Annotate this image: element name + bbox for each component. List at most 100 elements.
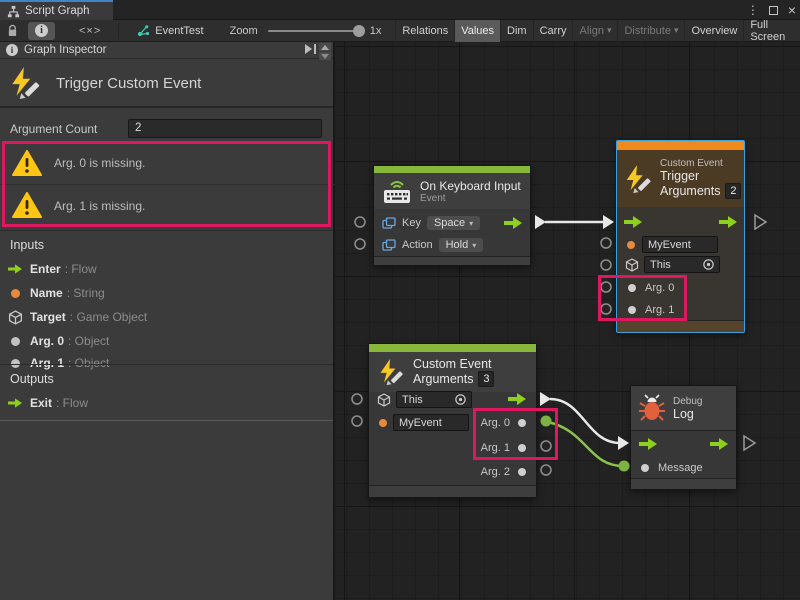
object-port-icon [518,419,526,427]
flow-out-port[interactable] [508,393,526,405]
relations-button[interactable]: Relations [395,20,454,42]
zoom-slider[interactable] [268,30,360,32]
zoom-label: Zoom [230,25,258,37]
node-footer [631,478,736,489]
distribute-button[interactable]: Distribute▾ [617,20,684,42]
node-custom-event[interactable]: Custom Event Arguments 3 This MyEvent Ar… [368,343,537,498]
tab-bar: Script Graph ⋮ × [0,0,800,20]
node-arguments: Arguments 2 [660,183,741,199]
chevron-down-icon: ▾ [607,25,612,36]
scroll-up-button[interactable] [319,43,331,51]
chevron-down-icon: ▾ [472,241,476,250]
inspector-toggle-button[interactable]: i [28,22,55,40]
dock-panel-icon[interactable] [305,44,317,54]
argument-count-label: Argument Count [10,122,97,136]
code-view-button[interactable]: <×> [72,22,108,40]
argument-count-input[interactable]: 2 [128,119,322,138]
key-dropdown[interactable]: Space▾ [427,216,480,230]
object-port-icon [628,306,636,314]
script-graph-window: Script Graph ⋮ × i <×> EventTest Zoom [0,0,800,600]
key-row: Key Space▾ [382,213,480,233]
event-name-field[interactable]: MyEvent [642,236,718,253]
zoom-slider-handle[interactable] [353,25,365,37]
arg2-out-row: Arg. 2 [481,462,526,481]
lock-button[interactable] [0,22,25,40]
close-icon[interactable]: × [788,3,796,17]
inspector-title-block: Trigger Custom Event [0,60,333,108]
node-header: Custom Event Trigger Arguments 2 [617,150,744,207]
overview-button[interactable]: Overview [684,20,743,42]
panel-scrollbar[interactable] [319,43,332,60]
align-button[interactable]: Align▾ [572,20,617,42]
flow-in-port[interactable] [624,216,642,228]
page-title: Trigger Custom Event [56,75,201,92]
node-category: Custom Event [660,158,741,169]
node-on-keyboard-input[interactable]: On Keyboard Input Event Key Space▾ Actio… [373,165,531,266]
node-color-bar [369,344,536,352]
dim-button[interactable]: Dim [500,20,533,42]
arg0-out-row: Arg. 0 [481,413,526,432]
values-button[interactable]: Values [454,20,500,42]
toolbar-left-group: i <×> EventTest Zoom 1x [0,20,381,41]
action-row: Action Hold▾ [382,235,483,255]
maximize-icon[interactable] [769,6,778,15]
event-name-field[interactable]: MyEvent [393,414,469,431]
node-debug-log[interactable]: Debug Log Message [630,385,737,490]
keyboard-icon [382,178,412,204]
action-dropdown[interactable]: Hold▾ [439,238,484,252]
divider [0,420,333,421]
event-graph-icon [137,24,150,37]
toolbar-right-group: Relations Values Dim Carry Align▾ Distri… [395,20,800,41]
string-port-icon [627,241,635,249]
node-color-bar [374,166,530,173]
graph-name: EventTest [155,25,203,37]
target-picker-icon[interactable] [702,258,715,271]
inputs-header: Inputs [10,238,44,252]
node-title: Trigger [660,169,741,183]
tab-script-graph[interactable]: Script Graph [0,0,113,20]
flow-in-port[interactable] [639,438,657,450]
node-category: Debug [673,396,702,407]
divider [0,230,333,231]
node-header: Custom Event Arguments 3 [369,352,536,392]
node-footer [369,485,536,497]
toolbar: i <×> EventTest Zoom 1x Relations Values… [0,20,800,42]
arg1-row: Arg. 1 [628,300,674,320]
full-screen-button[interactable]: Full Screen [743,20,800,42]
target-picker-icon[interactable] [454,393,467,406]
custom-event-icon [8,66,42,100]
target-field[interactable]: This [396,391,472,408]
flow-arrow-icon [8,264,22,274]
custom-event-icon [623,164,653,194]
warning-row: Arg. 0 is missing. [0,142,335,184]
flow-out-port[interactable] [504,217,522,229]
code-icon: <×> [79,25,101,37]
node-title: On Keyboard Input [420,179,521,193]
scroll-down-button[interactable] [319,52,331,60]
target-field[interactable]: This [644,256,720,273]
string-port-icon [11,289,20,298]
node-subtitle: Event [420,193,521,204]
arguments-count-badge[interactable]: 2 [725,183,741,199]
warning-text: Arg. 1 is missing. [54,199,145,213]
window-menu-icon[interactable]: ⋮ [747,4,759,16]
object-port-icon [628,284,636,292]
node-trigger-custom-event[interactable]: Custom Event Trigger Arguments 2 MyEvent… [616,140,745,333]
list-item-target: Target: Game Object [0,306,333,328]
carry-button[interactable]: Carry [533,20,573,42]
cube-icon [8,310,23,325]
flow-out-port[interactable] [710,438,728,450]
toolbar-separator [118,23,119,39]
node-footer [617,320,744,332]
warning-icon [12,192,42,219]
arguments-count-badge[interactable]: 3 [478,371,494,387]
warning-row: Arg. 1 is missing. [0,184,335,226]
name-row: MyEvent [379,413,469,432]
graph-icon [7,5,20,18]
param-icon [382,217,396,229]
flow-out-port[interactable] [719,216,737,228]
graph-breadcrumb[interactable]: EventTest [137,24,203,37]
chevron-down-icon: ▾ [469,219,473,228]
warnings-box: Arg. 0 is missing. Arg. 1 is missing. [0,142,335,226]
graph-inspector-panel: i Graph Inspector Trigger Custom Event A… [0,42,335,600]
